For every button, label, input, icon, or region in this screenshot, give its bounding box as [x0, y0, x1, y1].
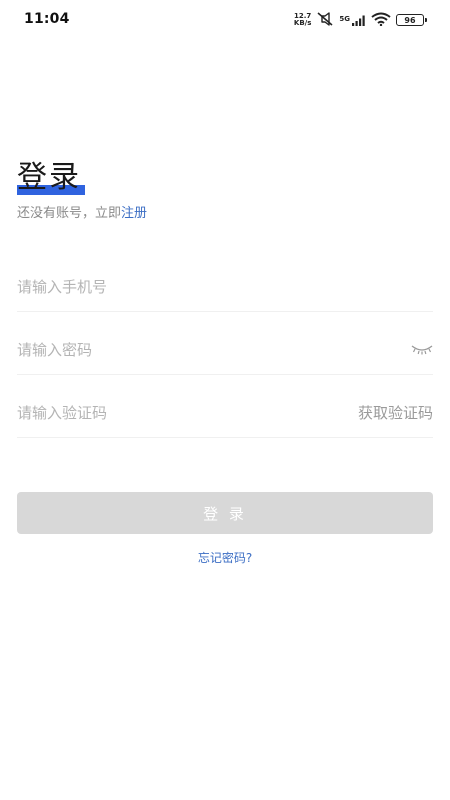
battery-icon: 96 [396, 14, 427, 26]
login-title-block: 登录 [17, 160, 85, 196]
eye-closed-icon[interactable] [411, 340, 433, 359]
wifi-icon [371, 11, 391, 30]
status-bar: 11:04 12.7 KB/s 5G 96 [0, 0, 450, 40]
phone-input-placeholder[interactable]: 请输入手机号 [17, 276, 107, 297]
page-title: 登录 [17, 160, 81, 195]
forgot-password-text[interactable]: 忘记密码? [198, 551, 252, 565]
register-link[interactable]: 注册 [121, 206, 147, 221]
get-code-button[interactable]: 获取验证码 [358, 402, 433, 423]
password-input-placeholder[interactable]: 请输入密码 [17, 339, 92, 360]
verification-code-field[interactable]: 请输入验证码 获取验证码 [17, 388, 433, 438]
forgot-password-link: 忘记密码? [0, 549, 450, 566]
password-field[interactable]: 请输入密码 [17, 325, 433, 375]
register-prompt: 还没有账号，立即注册 [17, 202, 147, 221]
signal-type-label: 5G [339, 14, 350, 23]
battery-level: 96 [404, 15, 416, 25]
login-button[interactable]: 登 录 [17, 492, 433, 534]
code-input-placeholder[interactable]: 请输入验证码 [17, 402, 107, 423]
status-icons: 12.7 KB/s 5G 96 [294, 10, 427, 30]
network-speed-unit: KB/s [293, 19, 312, 27]
mute-icon [316, 11, 334, 30]
signal-icon: 5G [339, 15, 366, 26]
network-speed: 12.7 KB/s [294, 13, 311, 27]
status-time: 11:04 [24, 11, 70, 27]
phone-field[interactable]: 请输入手机号 [17, 262, 433, 312]
register-prompt-text: 还没有账号，立即 [17, 206, 122, 221]
